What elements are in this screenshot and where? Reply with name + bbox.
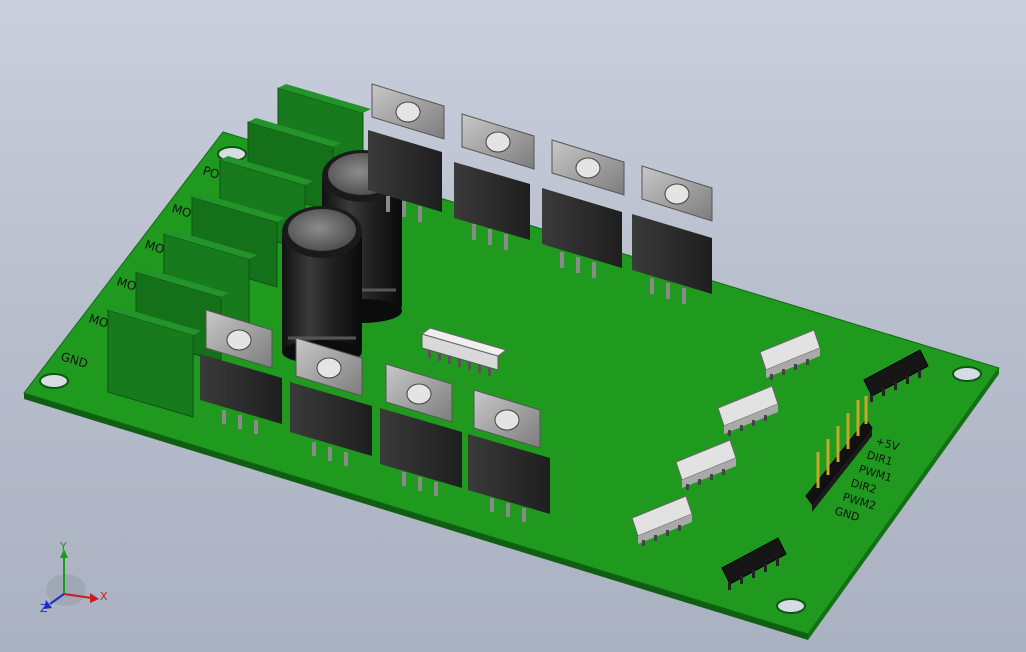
triad-y-label: Y (59, 540, 67, 553)
3d-viewport[interactable]: PO MO MO MO MO GND +5V DIR1 PWM1 DIR2 PW… (0, 0, 1026, 652)
coordinate-triad[interactable]: Y X Z (40, 540, 108, 615)
pcb-scene: PO MO MO MO MO GND +5V DIR1 PWM1 DIR2 PW… (23, 83, 1000, 640)
triad-x-label: X (100, 590, 108, 603)
triad-z-label: Z (40, 602, 48, 615)
capacitor-front (282, 206, 362, 364)
